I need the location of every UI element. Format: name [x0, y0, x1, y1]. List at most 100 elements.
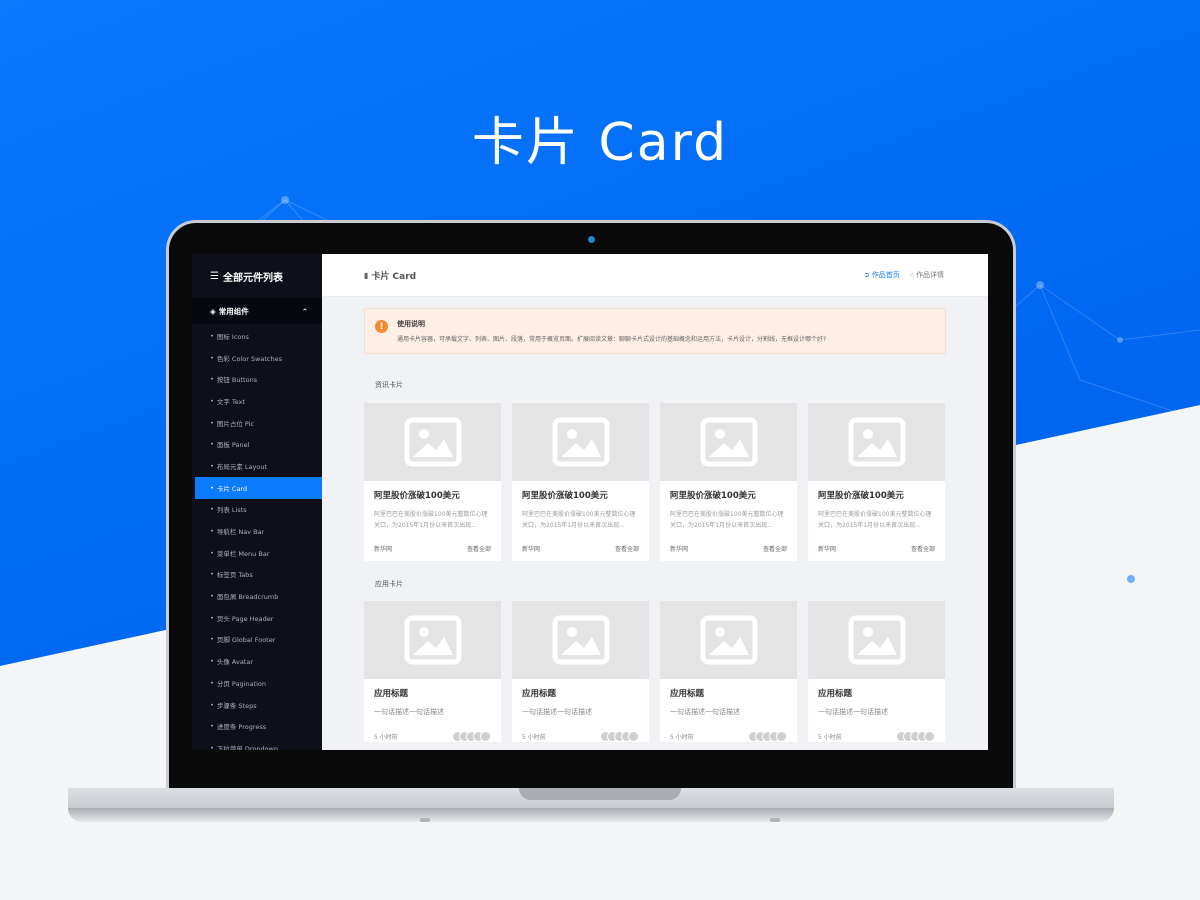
sidebar-item[interactable]: • 头像 Avatar: [192, 650, 322, 672]
sidebar-item[interactable]: • 进度条 Progress: [192, 715, 322, 737]
sidebar-item[interactable]: • 面包屑 Breadcrumb: [192, 585, 322, 607]
news-card[interactable]: 阿里股价涨破100美元 阿里巴巴在美股价涨破100美元整数位心理关口，为2015…: [512, 403, 649, 561]
bullet-icon: •: [210, 505, 214, 514]
view-all-link[interactable]: 查看全部: [615, 544, 639, 553]
detail-link[interactable]: ☝ 作品详情: [910, 270, 944, 280]
avatar: [776, 731, 787, 742]
card-description: 一句话描述一句话描述: [522, 708, 592, 716]
sidebar-item-label: 图片占位 Pic: [216, 419, 255, 428]
main-content: ▮ 卡片 Card ➲ 作品首页 ☝ 作品详情 ! 使用说明 通用卡片容器，可承…: [322, 254, 988, 750]
bullet-icon: •: [210, 613, 214, 622]
sidebar-item[interactable]: • 图标 Icons: [192, 325, 322, 347]
sidebar-item[interactable]: • 色彩 Color Swatches: [192, 347, 322, 369]
avatar-group[interactable]: [896, 731, 935, 742]
sidebar-item[interactable]: • 图片占位 Pic: [192, 412, 322, 434]
sidebar-item[interactable]: • 文字 Text: [192, 390, 322, 412]
bullet-icon: •: [210, 461, 214, 470]
sidebar-header: ☰ 全部元件列表: [192, 254, 322, 298]
view-all-link[interactable]: 查看全部: [763, 544, 787, 553]
sidebar-item[interactable]: • 列表 Lists: [192, 499, 322, 521]
bullet-icon: •: [210, 635, 214, 644]
sidebar-item-label: 页头 Page Header: [216, 614, 274, 623]
home-link[interactable]: ➲ 作品首页: [864, 270, 900, 280]
usage-notice: ! 使用说明 通用卡片容器，可承载文字、列表、图片、段落，常用于概览页面。扩展阅…: [364, 308, 946, 354]
sidebar-item[interactable]: • 布局元素 Layout: [192, 455, 322, 477]
home-link-label: 作品首页: [871, 271, 900, 279]
app-card-row: 应用标题 一句话描述一句话描述 5 小时前 应用标题 一句话描述一句话描述 5 …: [364, 601, 945, 742]
sidebar-item-label: 面包屑 Breadcrumb: [216, 593, 279, 602]
list-icon: ☰: [210, 270, 219, 282]
card-time: 5 小时前: [522, 734, 546, 741]
card-source: 新华网: [670, 546, 689, 553]
bullet-icon: •: [210, 678, 214, 687]
card-source: 新华网: [522, 546, 541, 553]
card-title: 应用标题: [670, 689, 705, 699]
sidebar-item-label: 进度条 Progress: [216, 723, 267, 732]
view-all-link[interactable]: 查看全部: [911, 544, 935, 553]
sidebar-header-label: 全部元件列表: [222, 272, 283, 284]
bookmark-icon: ▮: [364, 270, 369, 280]
card-title: 阿里股价涨破100美元: [818, 491, 904, 501]
card-source: 新华网: [374, 546, 393, 553]
sidebar-item-label: 列表 Lists: [216, 506, 247, 515]
app-card[interactable]: 应用标题 一句话描述一句话描述 5 小时前: [808, 601, 945, 742]
sidebar-item[interactable]: • 步骤条 Steps: [192, 694, 322, 716]
card-title: 阿里股价涨破100美元: [374, 491, 460, 501]
card-description: 阿里巴巴在美股价涨破100美元整数位心理关口，为2015年1月份以来首次出现..…: [818, 511, 932, 529]
app-card[interactable]: 应用标题 一句话描述一句话描述 5 小时前: [660, 601, 797, 742]
app-screen: ☰ 全部元件列表 ◈ 常用组件 ⌃ • 图标 Icons • 色彩 Color Swa…: [192, 254, 988, 750]
card-title: 阿里股价涨破100美元: [522, 491, 608, 501]
sidebar-item[interactable]: • 按钮 Buttons: [192, 368, 322, 390]
avatar-group[interactable]: [600, 731, 639, 742]
avatar-group[interactable]: [452, 731, 491, 742]
sidebar-item[interactable]: • 标签页 Tabs: [192, 564, 322, 586]
sidebar-item[interactable]: • 页头 Page Header: [192, 607, 322, 629]
app-card[interactable]: 应用标题 一句话描述一句话描述 5 小时前: [512, 601, 649, 742]
card-description: 一句话描述一句话描述: [670, 708, 740, 716]
sidebar-item-label: 菜单栏 Menu Bar: [216, 549, 270, 558]
sidebar-item[interactable]: • 导航栏 Nav Bar: [192, 520, 322, 542]
sidebar-group-label: 常用组件: [218, 306, 249, 316]
sidebar-item-label: 按钮 Buttons: [216, 376, 258, 385]
view-all-link[interactable]: 查看全部: [467, 544, 491, 553]
image-placeholder-icon: [552, 417, 609, 467]
card-source: 新华网: [818, 546, 837, 553]
card-image: [808, 601, 945, 679]
sidebar-item-label: 色彩 Color Swatches: [216, 354, 282, 363]
bullet-icon: •: [210, 527, 214, 536]
laptop-notch: [519, 788, 681, 800]
bullet-icon: •: [210, 375, 214, 384]
sidebar-item[interactable]: • 面板 Panel: [192, 433, 322, 455]
sidebar-item[interactable]: • 下拉菜单 Dropdown: [192, 737, 322, 750]
image-placeholder-icon: [700, 615, 757, 665]
notice-text: 通用卡片容器，可承载文字、列表、图片、段落，常用于概览页面。扩展阅读文章：聊聊卡…: [397, 336, 827, 343]
card-image: [512, 601, 649, 679]
sidebar-item[interactable]: • 卡片 Card: [195, 476, 322, 499]
image-placeholder-icon: [552, 615, 609, 665]
news-card[interactable]: 阿里股价涨破100美元 阿里巴巴在美股价涨破100美元整数位心理关口，为2015…: [808, 403, 945, 561]
laptop-foot: [420, 818, 430, 822]
app-card[interactable]: 应用标题 一句话描述一句话描述 5 小时前: [364, 601, 501, 742]
sidebar-group-common[interactable]: ◈ 常用组件 ⌃: [192, 298, 322, 324]
avatar: [628, 731, 639, 742]
sidebar-item-label: 布局元素 Layout: [216, 462, 268, 471]
bullet-icon: •: [210, 700, 214, 709]
avatar-group[interactable]: [748, 731, 787, 742]
chevron-up-icon: ⌃: [301, 306, 308, 316]
card-time: 5 小时前: [374, 734, 398, 741]
card-image: [660, 601, 797, 679]
detail-link-label: 作品详情: [916, 271, 944, 279]
sidebar-item[interactable]: • 菜单栏 Menu Bar: [192, 542, 322, 564]
sidebar-item-label: 文字 Text: [216, 397, 246, 406]
arrow-circle-icon: ➲: [863, 271, 870, 279]
card-image: [512, 403, 649, 481]
bullet-icon: •: [210, 483, 214, 492]
card-title: 应用标题: [522, 689, 557, 699]
sidebar-item[interactable]: • 分页 Pagination: [192, 672, 322, 694]
image-placeholder-icon: [848, 417, 905, 467]
news-card[interactable]: 阿里股价涨破100美元 阿里巴巴在美股价涨破100美元整数位心理关口，为2015…: [660, 403, 797, 561]
card-time: 5 小时前: [818, 734, 842, 741]
news-card[interactable]: 阿里股价涨破100美元 阿里巴巴在美股价涨破100美元整数位心理关口，为2015…: [364, 403, 501, 561]
sidebar-item[interactable]: • 页脚 Global Footer: [192, 629, 322, 651]
sidebar-item-label: 卡片 Card: [216, 484, 248, 493]
